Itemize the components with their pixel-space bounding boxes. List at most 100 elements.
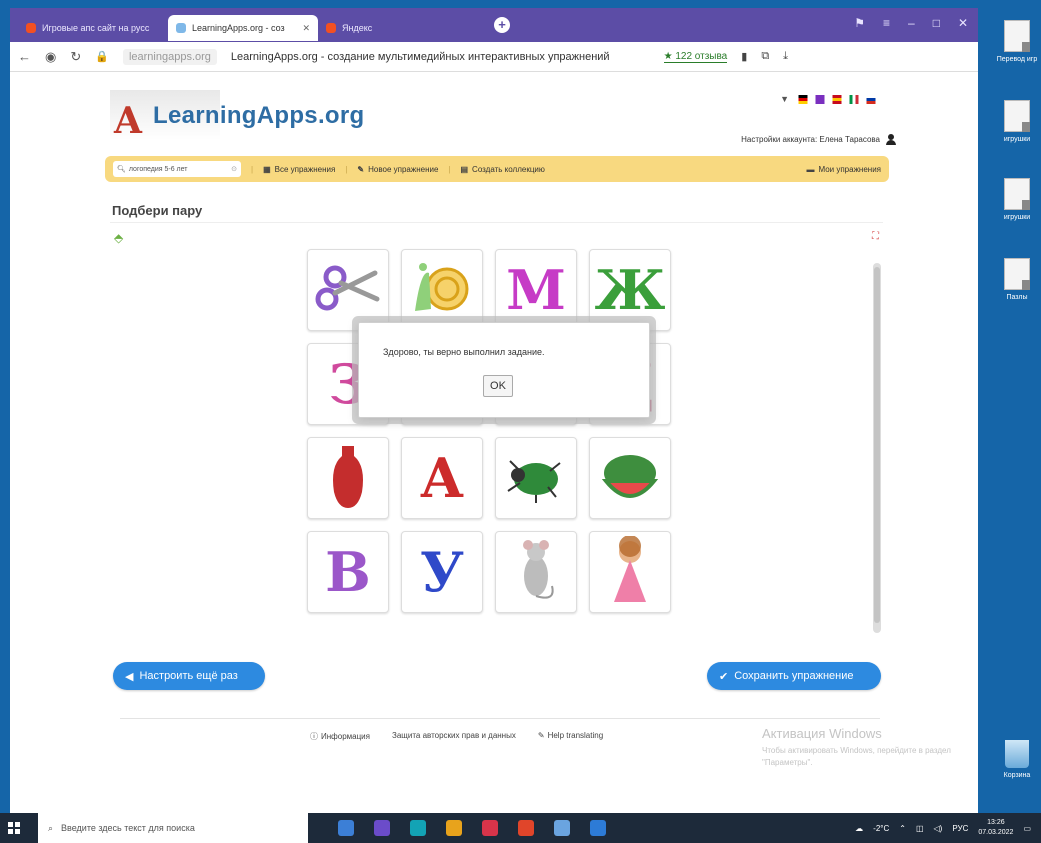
flag-de-icon[interactable] — [796, 94, 810, 104]
footer: ⓘ Информация Защита авторских прав и данн… — [310, 731, 603, 742]
exercise-title: Подбери пару — [112, 203, 203, 218]
logo-letter: A — [114, 100, 142, 142]
desktop-icon-4[interactable]: Пазлы — [992, 258, 1041, 301]
retry-label: Настроить ещё раз — [139, 670, 238, 682]
fullscreen-icon[interactable]: ⛶ — [872, 231, 879, 242]
retry-button[interactable]: ◀ Настроить ещё раз — [113, 662, 265, 690]
flag-es-icon[interactable] — [830, 94, 844, 104]
document-icon — [1004, 100, 1030, 132]
flag-fr-icon[interactable] — [813, 94, 827, 104]
system-tray: ☁ -2°C ⌃ ◫ ◁) РУС 13:26 07.03.2022 ▭ — [855, 818, 1041, 838]
address-domain[interactable]: learningapps.org — [122, 48, 217, 65]
minimize-icon[interactable]: – — [908, 16, 915, 30]
menu-new-exercise[interactable]: ✎ Новое упражнение — [357, 165, 438, 174]
exercise-card[interactable] — [589, 437, 671, 519]
menu-bar: 🔍︎ логопедия 5-6 лет ⊙ | ▦ Все упражнени… — [105, 156, 889, 182]
search-input[interactable]: 🔍︎ логопедия 5-6 лет ⊙ — [113, 161, 241, 177]
exercise-card[interactable] — [495, 437, 577, 519]
clear-search-icon[interactable]: ⊙ — [231, 165, 237, 173]
recycle-bin[interactable]: Корзина — [992, 740, 1041, 779]
desktop-icon-2[interactable]: игрушки — [992, 100, 1041, 143]
exercise-card[interactable] — [589, 531, 671, 613]
bookmark-icon[interactable]: ▮ — [741, 50, 747, 63]
temperature[interactable]: -2°C — [873, 824, 889, 833]
clock[interactable]: 13:26 07.03.2022 — [978, 818, 1013, 838]
copy-icon[interactable]: ⧉ — [761, 50, 769, 63]
flag-ru-icon[interactable] — [864, 94, 878, 104]
exercise-card[interactable]: Ж — [589, 249, 671, 331]
desktop-icon-3[interactable]: игрушки — [992, 178, 1041, 221]
hint-icon[interactable]: ⬘ — [114, 231, 123, 245]
flag-it-icon[interactable] — [847, 94, 861, 104]
copyright-link[interactable]: Защита авторских прав и данных — [392, 731, 516, 742]
menu-all-exercises[interactable]: ▦ Все упражнения — [263, 165, 335, 174]
taskbar-app-icon[interactable] — [410, 820, 426, 836]
language-indicator[interactable]: РУС — [952, 824, 968, 833]
protect-icon[interactable]: ◉ — [45, 49, 56, 65]
taskbar-app-icon[interactable] — [446, 820, 462, 836]
save-button[interactable]: ✔ Сохранить упражнение — [707, 662, 881, 690]
vase-picture — [318, 442, 378, 515]
taskbar-search[interactable]: ⌕ Введите здесь текст для поиска — [38, 813, 308, 843]
close-window-icon[interactable]: ✕ — [958, 16, 968, 30]
start-button[interactable] — [0, 813, 28, 843]
back-icon[interactable]: ← — [18, 49, 31, 64]
exercise-card[interactable] — [307, 249, 389, 331]
info-link[interactable]: ⓘ Информация — [310, 731, 370, 742]
maximize-icon[interactable]: □ — [933, 16, 940, 30]
doll-picture — [600, 534, 660, 609]
account-label[interactable]: Настройки аккаунта: Елена Тарасова — [741, 135, 880, 144]
search-icon: 🔍︎ — [117, 166, 126, 173]
tab-yandex[interactable]: Яндекс — [318, 15, 468, 41]
scrollbar[interactable] — [873, 263, 881, 633]
close-tab-icon[interactable]: ✕ — [302, 23, 310, 34]
card-letter: М — [506, 258, 566, 322]
language-flags[interactable]: ▼ — [780, 94, 878, 104]
menu-create-collection[interactable]: ▤ Создать коллекцию — [460, 165, 544, 174]
tab-games[interactable]: Игровые апс сайт на русс — [18, 15, 168, 41]
exercise-card[interactable] — [495, 531, 577, 613]
reload-icon[interactable]: ↻ — [70, 49, 81, 65]
taskbar-app-icon[interactable] — [518, 820, 534, 836]
bookmarks-icon[interactable]: ⚑ — [854, 16, 865, 30]
volume-icon[interactable]: ◁) — [934, 824, 943, 833]
exercise-card[interactable]: В — [307, 531, 389, 613]
exercise-card[interactable] — [307, 437, 389, 519]
new-tab-button[interactable]: + — [494, 17, 510, 33]
taskbar-apps — [338, 820, 606, 836]
tab-learningapps[interactable]: LearningApps.org - соз ✕ — [168, 15, 318, 41]
reviews-link[interactable]: ★ 122 отзыва — [663, 51, 728, 63]
chevron-down-icon[interactable]: ▼ — [780, 94, 789, 104]
taskbar-app-icon[interactable] — [338, 820, 354, 836]
site-logo[interactable]: LearningApps.org — [153, 102, 364, 130]
address-title[interactable]: LearningApps.org - создание мультимедийн… — [231, 51, 610, 63]
account-settings[interactable]: Настройки аккаунта: Елена Тарасова — [741, 134, 896, 145]
windows-icon — [8, 822, 20, 834]
taskbar-app-icon[interactable] — [482, 820, 498, 836]
taskbar-app-icon[interactable] — [590, 820, 606, 836]
menu-my-exercises[interactable]: ▬ Мои упражнения — [806, 165, 881, 174]
search-value[interactable]: логопедия 5-6 лет — [129, 166, 188, 173]
desktop-icon-1[interactable]: Перевод игр — [992, 20, 1041, 63]
network-icon[interactable]: ◫ — [916, 824, 924, 833]
download-icon[interactable]: ⤓ — [783, 50, 788, 63]
ok-button[interactable]: OK — [483, 375, 513, 397]
weather-icon[interactable]: ☁ — [855, 824, 863, 833]
exercise-card[interactable]: У — [401, 531, 483, 613]
exercise-card[interactable]: М — [495, 249, 577, 331]
help-translating-link[interactable]: ✎ Help translating — [538, 731, 603, 742]
folder-icon: ▬ — [806, 164, 815, 174]
taskbar-app-icon[interactable] — [374, 820, 390, 836]
taskbar-app-icon[interactable] — [554, 820, 570, 836]
collection-icon: ▤ — [460, 164, 469, 174]
exercise-card[interactable] — [401, 249, 483, 331]
chevron-up-icon[interactable]: ⌃ — [899, 824, 906, 833]
exercise-card[interactable]: А — [401, 437, 483, 519]
scrollbar-thumb[interactable] — [874, 267, 880, 623]
user-icon[interactable] — [886, 134, 896, 145]
notifications-icon[interactable]: ▭ — [1023, 824, 1031, 833]
address-bar: ← ◉ ↻ 🔒 learningapps.org LearningApps.or… — [10, 42, 978, 72]
pencil-icon: ✎ — [537, 731, 545, 740]
page-content: A LearningApps.org ▼ Настройки аккаунта:… — [10, 72, 978, 813]
menu-icon[interactable]: ≡ — [883, 16, 890, 30]
